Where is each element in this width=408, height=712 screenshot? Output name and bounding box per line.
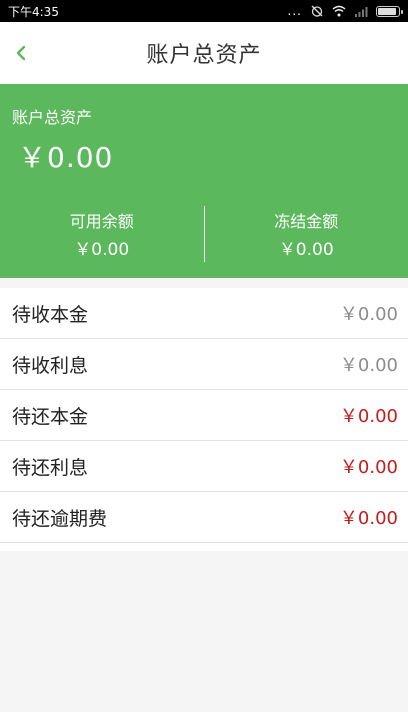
page-title: 账户总资产 xyxy=(146,43,262,68)
total-assets-label: 账户总资产 xyxy=(12,108,93,127)
notification-dots-icon: ... xyxy=(287,4,302,18)
battery-icon xyxy=(376,5,403,17)
back-button[interactable] xyxy=(14,22,38,84)
list-item-pending-interest: 待收利息 ￥0.00 xyxy=(0,339,408,390)
available-balance-label: 可用余额 xyxy=(69,212,134,231)
balance-breakdown: 可用余额 ￥0.00 冻结金额 ￥0.00 xyxy=(0,206,408,262)
list-item-value: ￥0.00 xyxy=(339,304,398,325)
available-balance: 可用余额 ￥0.00 xyxy=(0,206,204,262)
available-balance-value: ￥0.00 xyxy=(74,240,130,260)
list-item-value: ￥0.00 xyxy=(339,355,398,376)
signal-icon xyxy=(355,7,368,17)
status-icons: ... xyxy=(287,4,403,18)
list-item-label: 待收本金 xyxy=(12,303,89,326)
frozen-amount-value: ￥0.00 xyxy=(278,240,334,260)
wifi-icon xyxy=(332,5,346,17)
list-item-pending-principal: 待收本金 ￥0.00 xyxy=(0,288,408,339)
top-bar: 账户总资产 xyxy=(0,22,408,84)
assets-summary-card: 账户总资产 ￥0.00 可用余额 ￥0.00 冻结金额 ￥0.00 xyxy=(0,84,408,278)
list-bottom-padding xyxy=(0,543,408,551)
total-assets-value: ￥0.00 xyxy=(18,141,114,174)
list-item-value: ￥0.00 xyxy=(339,406,398,427)
list-item-overdue-fee: 待还逾期费 ￥0.00 xyxy=(0,492,408,543)
list-item-repay-principal: 待还本金 ￥0.00 xyxy=(0,390,408,441)
frozen-amount: 冻结金额 ￥0.00 xyxy=(205,206,408,262)
list-item-label: 待收利息 xyxy=(12,354,89,377)
list-item-label: 待还逾期费 xyxy=(12,507,108,530)
status-bar: 下午4:35 ... xyxy=(0,0,408,22)
assets-detail-list: 待收本金 ￥0.00 待收利息 ￥0.00 待还本金 ￥0.00 待还利息 ￥0… xyxy=(0,288,408,551)
chevron-left-icon xyxy=(16,45,26,61)
list-item-value: ￥0.00 xyxy=(339,508,398,529)
status-time: 下午4:35 xyxy=(8,4,59,19)
frozen-amount-label: 冻结金额 xyxy=(274,212,339,231)
list-item-repay-interest: 待还利息 ￥0.00 xyxy=(0,441,408,492)
list-item-label: 待还利息 xyxy=(12,456,89,479)
list-item-value: ￥0.00 xyxy=(339,457,398,478)
alarm-off-icon xyxy=(311,5,323,17)
list-item-label: 待还本金 xyxy=(12,405,89,428)
